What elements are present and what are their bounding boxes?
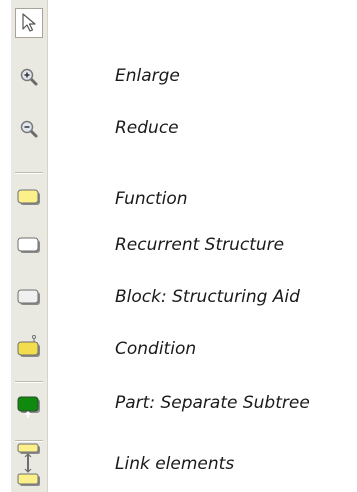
link-elements-tool-button[interactable] — [11, 443, 47, 486]
toolbar-separator — [15, 172, 43, 174]
reduce-tool-button[interactable] — [11, 108, 47, 150]
part-subtree-node-icon — [17, 396, 40, 418]
function-node-icon — [17, 189, 40, 205]
recurrent-structure-label: Recurrent Structure — [115, 235, 285, 255]
tool-palette — [11, 0, 48, 492]
enlarge-label: Enlarge — [115, 66, 180, 86]
block-tool-button[interactable] — [11, 276, 47, 318]
condition-tool-button[interactable] — [11, 326, 47, 368]
zoom-out-icon — [20, 120, 38, 138]
link-elements-label: Link elements — [115, 454, 235, 474]
pointer-arrow-icon — [22, 13, 36, 32]
recurrent-structure-tool-button[interactable] — [11, 224, 47, 266]
part-label: Part: Separate Subtree — [115, 393, 310, 413]
condition-label: Condition — [115, 339, 197, 359]
link-elements-icon — [17, 443, 40, 486]
recurrent-structure-node-icon — [17, 237, 40, 253]
pointer-tool-frame — [15, 8, 43, 38]
pointer-tool-button[interactable] — [11, 2, 47, 44]
toolbar-separator — [15, 381, 43, 383]
reduce-label: Reduce — [115, 118, 179, 138]
block-label: Block: Structuring Aid — [115, 287, 300, 307]
zoom-in-icon — [20, 68, 38, 86]
block-node-icon — [17, 289, 40, 305]
part-tool-button[interactable] — [11, 386, 47, 428]
function-label: Function — [115, 189, 188, 209]
enlarge-tool-button[interactable] — [11, 56, 47, 98]
function-tool-button[interactable] — [11, 176, 47, 218]
condition-node-icon — [17, 335, 40, 357]
